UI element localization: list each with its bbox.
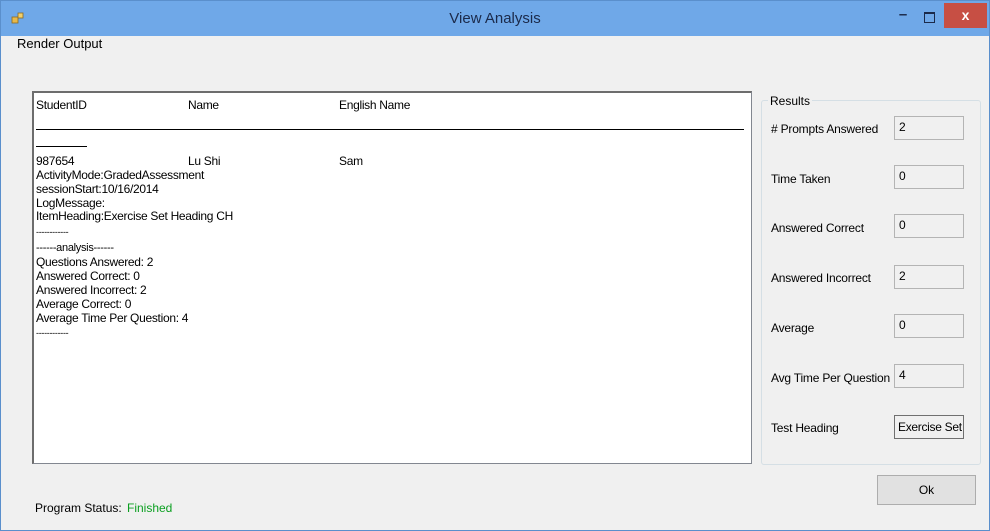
output-line: Average Correct: 0 [36,297,132,311]
ok-button[interactable]: Ok [877,475,976,505]
output-line: LogMessage: [36,196,105,210]
maximize-icon [924,12,935,23]
answered-incorrect-field[interactable]: 2 [894,265,964,289]
output-line: sessionStart:10/16/2014 [36,182,159,196]
record-english-name: Sam [339,154,363,168]
minimize-button[interactable]: – [892,6,914,27]
avg-time-per-question-label: Avg Time Per Question [771,371,890,385]
answered-incorrect-label: Answered Incorrect [771,271,871,285]
average-label: Average [771,321,815,335]
record-student-id: 987654 [36,154,75,168]
header-divider [36,129,744,130]
output-line: ------analysis------ [36,242,114,254]
answered-correct-field[interactable]: 0 [894,214,964,238]
header-name: Name [188,98,219,112]
minimize-icon: – [898,6,908,23]
maximize-button[interactable] [918,9,940,27]
program-status-value: Finished [127,501,173,515]
prompts-answered-field[interactable]: 2 [894,116,964,140]
header-student-id: StudentID [36,98,87,112]
output-line: ------------ [36,227,69,237]
answered-correct-label: Answered Correct [771,221,864,235]
record-name: Lu Shi [188,154,221,168]
results-legend: Results [768,94,813,108]
output-line: Answered Correct: 0 [36,269,140,283]
test-heading-field[interactable]: Exercise Set [894,415,964,439]
output-line: Average Time Per Question: 4 [36,311,189,325]
id-underline [36,146,87,147]
header-english-name: English Name [339,98,411,112]
prompts-answered-label: # Prompts Answered [771,122,879,136]
menu-item-render-output[interactable]: Render Output [17,36,102,51]
title-bar[interactable]: View Analysis – x [1,1,989,36]
render-output-textbox[interactable]: StudentID Name English Name 987654 Lu Sh… [32,91,752,464]
close-icon: x [961,7,970,23]
avg-time-per-question-field[interactable]: 4 [894,364,964,388]
output-line: Questions Answered: 2 [36,255,154,269]
average-field[interactable]: 0 [894,314,964,338]
time-taken-label: Time Taken [771,172,831,186]
program-status-label: Program Status: [35,501,122,515]
output-line: Answered Incorrect: 2 [36,283,147,297]
test-heading-label: Test Heading [771,421,839,435]
output-line: ItemHeading:Exercise Set Heading CH [36,209,233,223]
output-line: ActivityMode:GradedAssessment [36,168,205,182]
window-title: View Analysis [449,10,541,27]
view-analysis-window: View Analysis – x Render Output StudentI… [0,0,990,531]
time-taken-field[interactable]: 0 [894,165,964,189]
output-line: ------------ [36,328,69,338]
close-button[interactable]: x [944,3,987,28]
menu-bar: Render Output [1,36,989,60]
